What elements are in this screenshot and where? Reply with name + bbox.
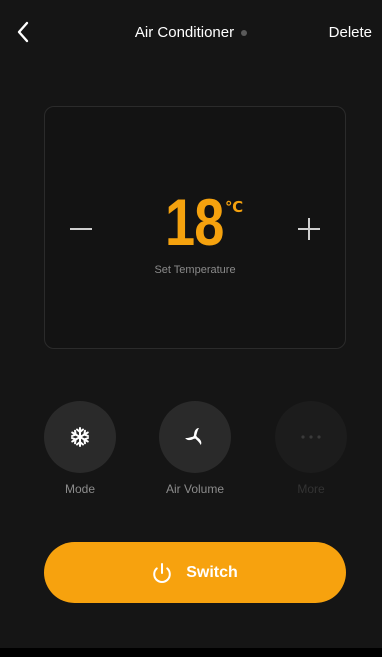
bottom-bar [0, 648, 382, 657]
more-icon [301, 435, 321, 439]
air-volume-label: Air Volume [165, 482, 225, 496]
mode-button[interactable] [44, 401, 116, 473]
more-label: More [297, 482, 325, 496]
increase-temperature-button[interactable] [295, 215, 323, 243]
delete-button[interactable]: Delete [329, 24, 372, 41]
connection-status-dot [241, 30, 248, 36]
snowflake-icon [71, 427, 89, 447]
temperature-panel: 18 ℃ Set Temperature [44, 106, 346, 349]
plus-icon [298, 218, 320, 240]
minus-icon [70, 228, 92, 230]
title-bar: Air Conditioner [0, 24, 382, 41]
set-temperature-label: Set Temperature [154, 264, 236, 276]
mode-control[interactable]: Mode [44, 401, 116, 496]
air-volume-control[interactable]: Air Volume [159, 401, 231, 496]
mode-label: Mode [64, 482, 96, 496]
more-control[interactable]: More [275, 401, 347, 496]
switch-label: Switch [186, 563, 238, 581]
page-title: Air Conditioner [134, 24, 235, 41]
temperature-value: 18 [165, 185, 224, 259]
power-icon [153, 562, 172, 583]
power-switch-button[interactable]: Switch [44, 542, 346, 603]
more-button[interactable] [275, 401, 347, 473]
decrease-temperature-button[interactable] [67, 215, 95, 243]
air-volume-button[interactable] [159, 401, 231, 473]
device-screen: Air Conditioner Delete 18 ℃ Set Temperat… [0, 0, 382, 657]
temperature-unit: ℃ [225, 199, 244, 216]
fan-icon [185, 428, 202, 445]
